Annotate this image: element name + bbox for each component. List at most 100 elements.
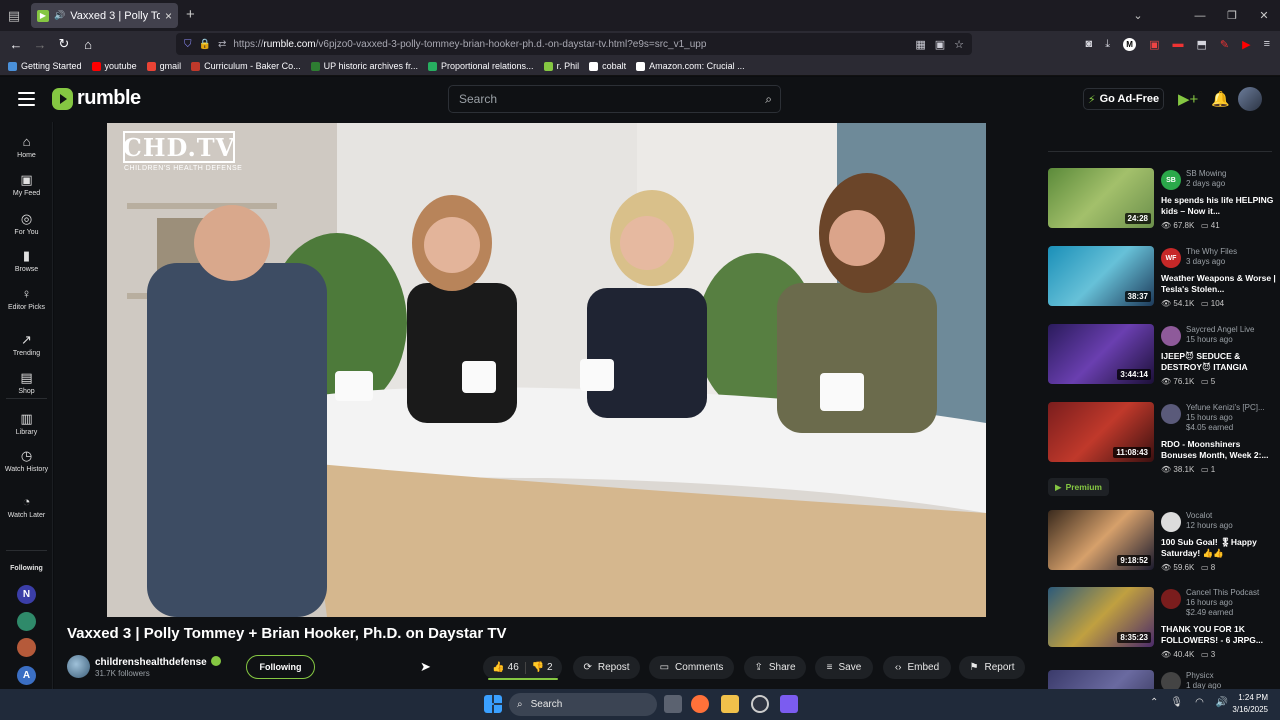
- channel-avatar[interactable]: [1161, 404, 1181, 424]
- restore-icon[interactable]: ❐: [1216, 9, 1248, 22]
- channel-name[interactable]: Physicx: [1186, 671, 1214, 680]
- video-thumbnail[interactable]: 24:28: [1048, 168, 1154, 228]
- following-channel-avatar[interactable]: N: [17, 585, 36, 604]
- extension-badge-icon[interactable]: ▣: [1149, 38, 1159, 51]
- bookmark-item[interactable]: Curriculum - Baker Co...: [191, 61, 301, 71]
- taskbar-search[interactable]: ⌕ Search: [509, 693, 657, 716]
- sidebar-item-browse[interactable]: ▮ Browse: [0, 248, 53, 274]
- notifications-bell-icon[interactable]: 🔔: [1211, 90, 1230, 108]
- following-channel-avatar[interactable]: [17, 638, 36, 657]
- like-button[interactable]: 👍 46: [492, 662, 518, 673]
- back-icon[interactable]: ←: [4, 37, 28, 52]
- youtube-ext-icon[interactable]: ▶: [1242, 38, 1250, 51]
- channel-name[interactable]: SB Mowing: [1186, 169, 1226, 178]
- video-thumbnail[interactable]: [1048, 670, 1154, 689]
- browser-tab-active[interactable]: ▶ 🔊 Vaxxed 3 | Polly Tommey + ×: [31, 3, 178, 28]
- channel-name[interactable]: The Why Files: [1186, 247, 1237, 256]
- recommended-video[interactable]: 11:08:43 Yefune Kenizi's [PC]... 15 hours …: [1048, 402, 1280, 474]
- video-title[interactable]: 100 Sub Goal! 🎖Happy Saturday! 👍👍: [1161, 537, 1277, 559]
- bookmark-item[interactable]: youtube: [91, 61, 137, 71]
- report-button[interactable]: ⚑ Report: [959, 656, 1025, 679]
- go-ad-free-button[interactable]: ⚡ Go Ad-Free: [1083, 88, 1164, 110]
- app-icon[interactable]: [780, 695, 798, 713]
- user-avatar[interactable]: [1238, 87, 1262, 111]
- task-view-icon[interactable]: [664, 695, 682, 713]
- channel-avatar[interactable]: WF: [1161, 248, 1181, 268]
- sidebar-item-trending[interactable]: ↗ Trending: [0, 332, 53, 358]
- tab-overflow-chevron-icon[interactable]: ⌄: [1122, 9, 1154, 22]
- channel-avatar[interactable]: [1161, 512, 1181, 532]
- channel-avatar[interactable]: SB: [1161, 170, 1181, 190]
- comments-button[interactable]: ▭ Comments: [649, 656, 734, 679]
- sidebar-item-editor-picks[interactable]: ♀ Editor Picks: [0, 286, 53, 312]
- channel-name[interactable]: Vocalot: [1186, 511, 1212, 520]
- share-button[interactable]: ⇪ Share: [744, 656, 806, 679]
- channel-name[interactable]: Yefune Kenizi's [PC]...: [1186, 403, 1265, 412]
- sidebar-item-home[interactable]: ⌂ Home: [0, 134, 53, 160]
- shield-icon[interactable]: ⛉: [184, 39, 192, 50]
- video-thumbnail[interactable]: 11:08:43: [1048, 402, 1154, 462]
- speaker-icon[interactable]: 🔊: [54, 10, 65, 21]
- tab-close-icon[interactable]: ×: [165, 9, 172, 23]
- channel-name[interactable]: Cancel This Podcast: [1186, 588, 1259, 597]
- reader-view-icon[interactable]: ▦: [915, 38, 925, 51]
- recommended-video[interactable]: 8:35:23 Cancel This Podcast 16 hours ago $2…: [1048, 587, 1280, 659]
- video-title[interactable]: Weather Weapons & Worse | Tesla's Stolen…: [1161, 273, 1277, 295]
- video-thumbnail[interactable]: 3:44:14: [1048, 324, 1154, 384]
- microphone-icon[interactable]: 🎙: [1170, 697, 1183, 708]
- tab-list-icon[interactable]: ▤: [0, 0, 28, 31]
- video-thumbnail[interactable]: 8:35:23: [1048, 587, 1154, 647]
- permissions-icon[interactable]: ⇄: [218, 39, 226, 50]
- following-channel-avatar[interactable]: [17, 612, 36, 631]
- bookmark-item[interactable]: Proportional relations...: [428, 61, 534, 71]
- new-tab-button[interactable]: +: [186, 6, 195, 23]
- chrome-icon[interactable]: [751, 695, 769, 713]
- following-button[interactable]: Following: [246, 655, 315, 679]
- channel-name[interactable]: Saycred Angel Live: [1186, 325, 1255, 334]
- picture-icon[interactable]: ▣: [935, 38, 945, 51]
- embed-button[interactable]: ‹› Embed: [883, 656, 951, 679]
- tray-chevron-icon[interactable]: ⌃: [1150, 697, 1158, 708]
- menu-icon[interactable]: ≡: [1264, 38, 1270, 50]
- channel-avatar[interactable]: [1161, 672, 1181, 689]
- save-button[interactable]: ≡ Save: [815, 656, 873, 679]
- channel-avatar[interactable]: [1161, 326, 1181, 346]
- recommended-video[interactable]: 9:18:52 Vocalot 12 hours ago 100 Sub Goal! …: [1048, 510, 1280, 574]
- sidebar-item-for-you[interactable]: ◎ For You: [0, 211, 53, 237]
- extensions-icon[interactable]: ⬒: [1196, 38, 1206, 51]
- repost-button[interactable]: ⟳ Repost: [573, 656, 640, 679]
- extension-pen-icon[interactable]: ✎: [1220, 38, 1229, 51]
- bookmark-item[interactable]: gmail: [146, 61, 181, 71]
- bookmark-item[interactable]: r. Phil: [543, 61, 579, 71]
- reload-icon[interactable]: ↻: [52, 36, 76, 52]
- downloads-icon[interactable]: ⤓: [1105, 38, 1110, 51]
- lock-icon[interactable]: 🔒: [199, 39, 211, 50]
- video-title[interactable]: RDO - Moonshiners Bonuses Month, Week 2:…: [1161, 439, 1277, 461]
- search-input[interactable]: Search ⌕: [448, 85, 781, 113]
- bookmark-item[interactable]: cobalt: [589, 61, 626, 71]
- bookmark-item[interactable]: Amazon.com: Crucial ...: [636, 61, 745, 71]
- sidebar-item-watch-later[interactable]: ◔ Watch Later: [0, 494, 53, 520]
- search-icon[interactable]: ⌕: [765, 92, 772, 107]
- recommended-video[interactable]: 3:44:14 Saycred Angel Live 15 hours ago IJE…: [1048, 324, 1280, 388]
- video-thumbnail[interactable]: 38:37: [1048, 246, 1154, 306]
- channel-avatar[interactable]: [1161, 589, 1181, 609]
- clock[interactable]: 1:24 PM 3/16/2025: [1232, 692, 1268, 716]
- video-player[interactable]: CHD.TV CHILDREN'S HEALTH DEFENSE: [107, 123, 986, 617]
- windows-start-icon[interactable]: [484, 695, 502, 713]
- pocket-icon[interactable]: ◙: [1086, 38, 1093, 50]
- minimize-icon[interactable]: —: [1184, 10, 1216, 22]
- video-title[interactable]: THANK YOU FOR 1K FOLLOWERS! - 6 JRPG...: [1161, 624, 1277, 646]
- sidebar-item-my-feed[interactable]: ▣ My Feed: [0, 172, 53, 198]
- sidebar-item-watch-history[interactable]: ◷ Watch History: [0, 448, 53, 474]
- sidebar-item-library[interactable]: ▥ Library: [0, 411, 53, 437]
- dislike-button[interactable]: 👎 2: [532, 662, 553, 673]
- channel-name[interactable]: childrenshealthdefense: [95, 656, 221, 668]
- close-window-icon[interactable]: ✕: [1248, 9, 1280, 22]
- recommended-video[interactable]: 24:28 SB SB Mowing 2 days ago He spends his …: [1048, 168, 1280, 232]
- url-bar[interactable]: ⛉ 🔒 ⇄ https://rumble.com/v6pjzo0-vaxxed-…: [176, 33, 972, 55]
- channel-avatar[interactable]: [67, 655, 90, 678]
- sidebar-item-shop[interactable]: ▤ Shop: [0, 370, 53, 396]
- upload-video-icon[interactable]: ▶+: [1178, 90, 1198, 108]
- extension-m-icon[interactable]: M: [1123, 37, 1137, 51]
